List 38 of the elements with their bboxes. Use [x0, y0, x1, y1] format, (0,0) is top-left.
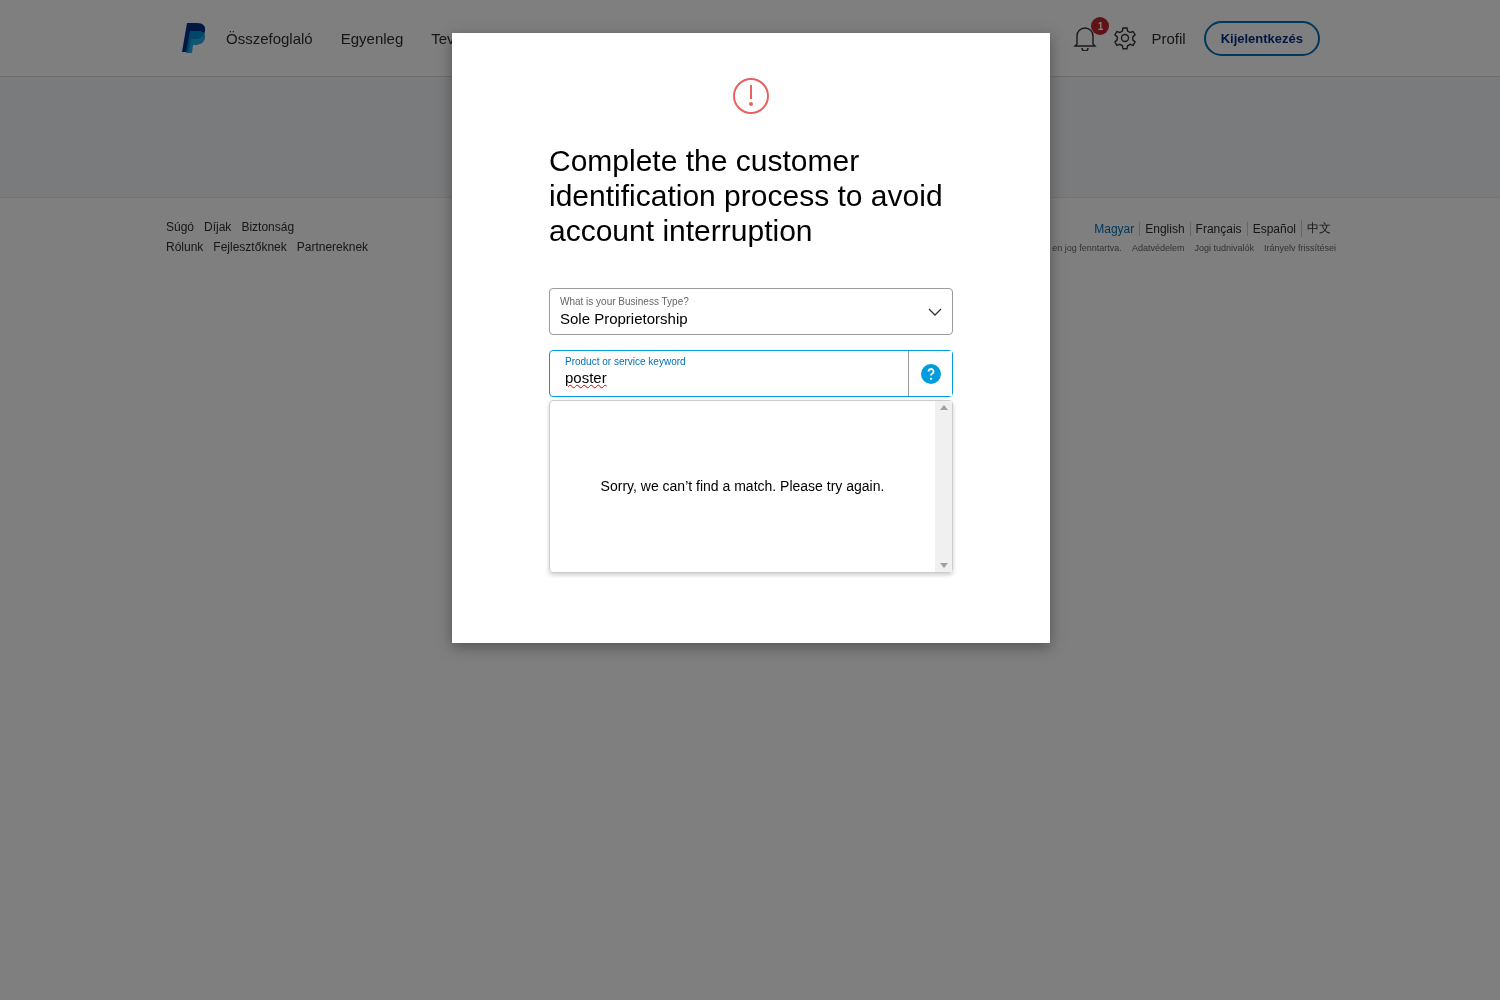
legal-link[interactable]: Jogi tudnivalók: [1194, 243, 1254, 253]
legal-link[interactable]: Irányelv frissítései: [1263, 243, 1336, 253]
profile-link[interactable]: Profil: [1151, 29, 1186, 47]
keyword-field[interactable]: Product or service keyword poster: [549, 350, 953, 397]
settings-icon[interactable]: [1113, 26, 1138, 50]
footer-link[interactable]: Rólunk: [166, 240, 204, 254]
legal-link[interactable]: Adatvédelem: [1131, 243, 1185, 253]
business-type-select[interactable]: What is your Business Type? Sole Proprietorship: [549, 288, 953, 335]
language-link[interactable]: Magyar: [1089, 221, 1140, 236]
footer-link[interactable]: Partnereknek: [296, 240, 369, 254]
scrollbar[interactable]: [935, 401, 952, 572]
language-link[interactable]: 中文: [1301, 220, 1336, 237]
modal-title: Complete the customer identification process to avoid account interruption: [549, 143, 944, 248]
field-label: What is your Business Type?: [560, 296, 690, 307]
nav-link[interactable]: Egyenleg: [340, 29, 404, 47]
notification-badge: 1: [1091, 17, 1110, 35]
bell-icon[interactable]: [1073, 25, 1098, 51]
language-link[interactable]: Español: [1246, 221, 1301, 236]
footer-link[interactable]: Díjak: [204, 220, 232, 234]
warning-icon: [732, 77, 770, 115]
scroll-down-icon[interactable]: [939, 563, 948, 568]
footer-link[interactable]: Biztonság: [241, 220, 295, 234]
field-label: Product or service keyword: [565, 356, 687, 367]
nav-link[interactable]: Összefoglaló: [226, 29, 313, 47]
language-link[interactable]: Français: [1189, 221, 1247, 236]
footer-link[interactable]: Fejlesztőknek: [213, 240, 287, 254]
help-icon: [920, 363, 941, 384]
select-value: Sole Proprietorship: [560, 310, 689, 327]
field-value: poster: [565, 369, 608, 386]
help-button[interactable]: [908, 351, 952, 396]
logo-icon[interactable]: [180, 22, 208, 54]
no-match-message: Sorry, we can’t find a match. Please try again.: [600, 477, 885, 496]
copyright-text: en jog fenntartva.: [1052, 243, 1122, 253]
logout-button[interactable]: Kijelentkezés: [1203, 20, 1320, 56]
scroll-up-icon[interactable]: [939, 405, 948, 410]
language-link[interactable]: English: [1139, 221, 1190, 236]
footer-link[interactable]: Súgó: [166, 220, 195, 234]
chevron-down-icon: [928, 307, 942, 316]
